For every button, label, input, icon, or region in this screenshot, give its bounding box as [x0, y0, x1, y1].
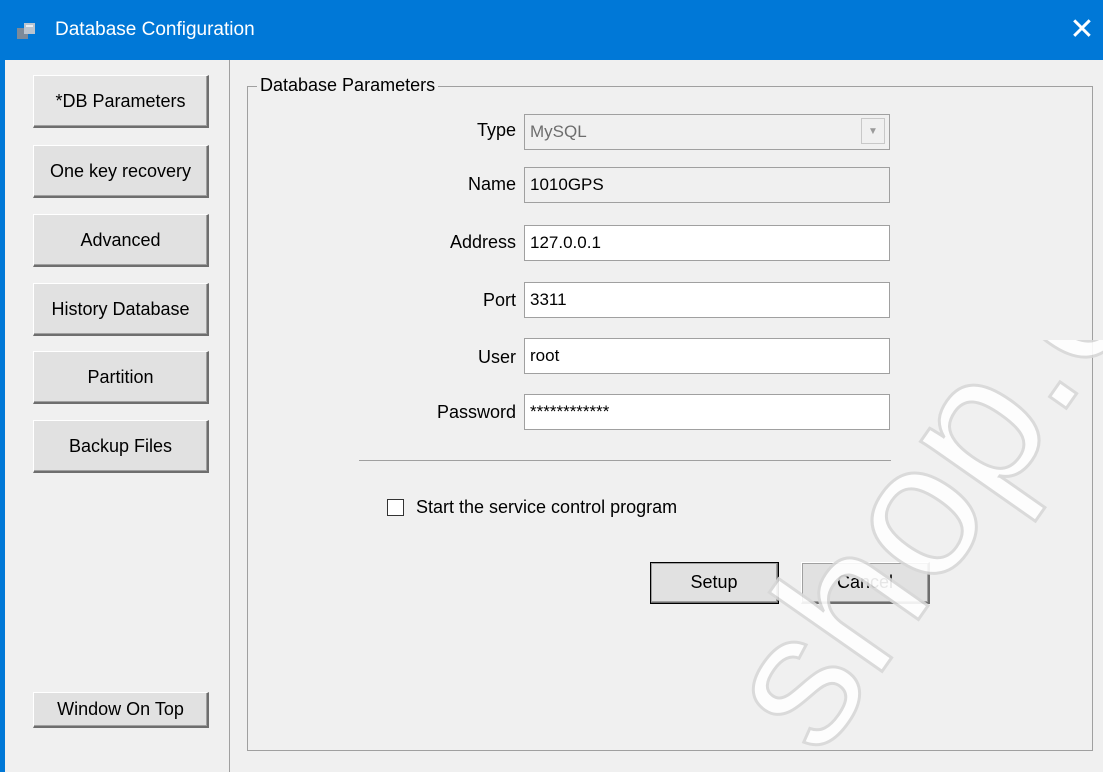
history-database-button[interactable]: History Database — [33, 283, 209, 336]
start-service-checkbox[interactable] — [387, 499, 404, 516]
start-service-label[interactable]: Start the service control program — [416, 497, 677, 518]
type-label: Type — [476, 120, 516, 140]
address-label: Address — [449, 232, 516, 252]
user-field[interactable]: root — [524, 338, 890, 374]
group-title: Database Parameters — [257, 75, 439, 96]
sidebar-separator — [229, 60, 230, 772]
password-label: Password — [436, 402, 516, 422]
title-bar: Database Configuration ✕ — [0, 0, 1103, 60]
name-label: Name — [467, 174, 516, 194]
database-app-icon — [17, 23, 35, 39]
window-title: Database Configuration — [55, 19, 255, 40]
window-on-top-button[interactable]: Window On Top — [33, 692, 209, 728]
setup-button[interactable]: Setup — [650, 562, 779, 604]
user-label: User — [477, 347, 516, 367]
close-icon[interactable]: ✕ — [1064, 12, 1100, 48]
chevron-down-icon[interactable]: ▼ — [861, 118, 885, 144]
address-field[interactable]: 127.0.0.1 — [524, 225, 890, 261]
port-label: Port — [482, 290, 516, 310]
cancel-button[interactable]: Cancel — [801, 562, 930, 604]
advanced-button[interactable]: Advanced — [33, 214, 209, 267]
port-field[interactable]: 3311 — [524, 282, 890, 318]
name-field[interactable]: 1010GPS — [524, 167, 890, 203]
type-select[interactable]: MySQL — [524, 114, 890, 150]
form-divider — [359, 460, 891, 461]
db-parameters-button[interactable]: *DB Parameters — [33, 75, 209, 128]
password-field[interactable]: ************ — [524, 394, 890, 430]
one-key-recovery-button[interactable]: One key recovery — [33, 145, 209, 198]
partition-button[interactable]: Partition — [33, 351, 209, 404]
backup-files-button[interactable]: Backup Files — [33, 420, 209, 473]
